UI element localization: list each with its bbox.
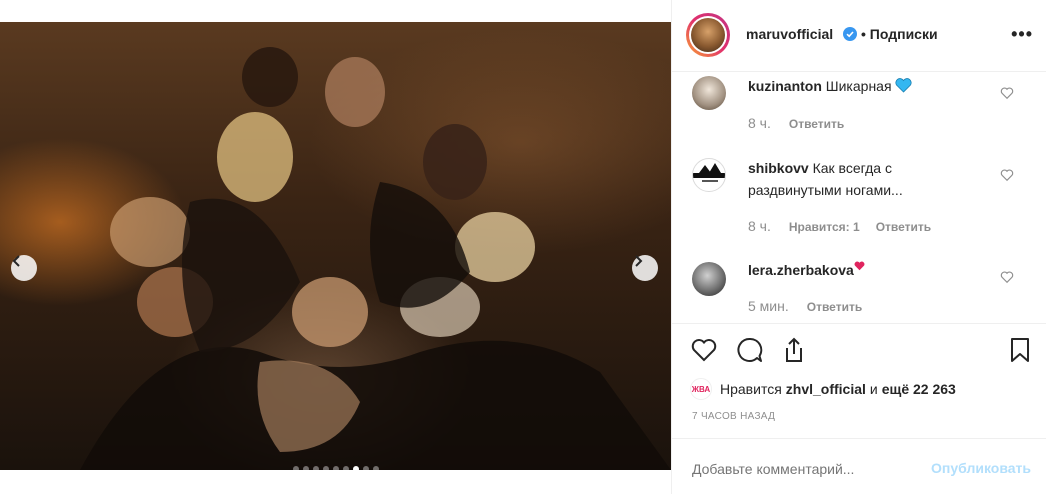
comment-username[interactable]: lera.zherbakova — [748, 262, 854, 278]
carousel-indicator — [0, 466, 671, 470]
carousel-dot — [352, 466, 359, 470]
like-comment-icon[interactable] — [1000, 168, 1014, 182]
next-image-button[interactable] — [632, 255, 658, 281]
comment-time[interactable]: 5 мин. — [748, 298, 789, 314]
blue-heart-emoji-icon — [895, 78, 912, 93]
reply-button[interactable]: Ответить — [789, 115, 844, 131]
likes-and: и — [869, 381, 878, 397]
publish-button[interactable]: Опубликовать — [931, 460, 1031, 476]
carousel-dot — [342, 466, 349, 470]
post-details-panel: maruvofficial • Подписки ••• kuzinanton … — [671, 0, 1046, 494]
photo-illustration — [80, 47, 671, 470]
comment-avatar[interactable] — [692, 262, 726, 296]
post-timestamp[interactable]: 7 ЧАСОВ НАЗАД — [692, 411, 775, 422]
liker-username[interactable]: zhvl_official — [786, 381, 866, 397]
chevron-left-icon — [12, 255, 20, 267]
add-comment-bar: Опубликовать — [672, 438, 1046, 494]
comment-avatar[interactable] — [692, 76, 726, 110]
comment-bubble-icon[interactable] — [736, 336, 764, 364]
post-header: maruvofficial • Подписки ••• — [672, 0, 1046, 72]
likes-summary: ЖВА Нравится zhvl_official и ещё 22 263 — [690, 378, 956, 400]
reply-button[interactable]: Ответить — [807, 298, 862, 314]
comment-text: Шикарная — [825, 78, 892, 94]
carousel-dot — [292, 466, 299, 470]
post-actions-bar — [672, 336, 1046, 370]
comments-list: kuzinanton Шикарная 8 ч. Ответить shibko… — [672, 72, 1046, 324]
author-avatar[interactable] — [686, 13, 730, 57]
comment-meta: 5 мин. Ответить — [748, 298, 862, 314]
chevron-right-icon — [635, 255, 643, 267]
comment-time[interactable]: 8 ч. — [748, 218, 771, 234]
carousel-dot — [362, 466, 369, 470]
verified-badge-icon — [843, 27, 857, 41]
likes-count-button[interactable]: ещё 22 263 — [882, 381, 956, 397]
like-comment-icon[interactable] — [1000, 86, 1014, 100]
avatar-logo-icon — [693, 163, 725, 182]
comment-input[interactable] — [692, 461, 932, 477]
author-username[interactable]: maruvofficial — [746, 26, 833, 42]
like-comment-icon[interactable] — [1000, 270, 1014, 284]
red-heart-emoji-icon — [854, 261, 865, 271]
follow-status-button[interactable]: • Подписки — [861, 26, 938, 42]
comment-time[interactable]: 8 ч. — [748, 115, 771, 131]
comment-meta: 8 ч. Нравится: 1 Ответить — [748, 218, 931, 234]
carousel-dot — [332, 466, 339, 470]
comment-likes-count[interactable]: Нравится: 1 — [789, 218, 860, 234]
bookmark-icon[interactable] — [1006, 336, 1034, 364]
post-photo[interactable] — [0, 22, 671, 470]
like-heart-icon[interactable] — [690, 336, 718, 364]
reply-button[interactable]: Ответить — [876, 218, 931, 234]
share-icon[interactable] — [780, 336, 808, 364]
carousel-dot — [312, 466, 319, 470]
previous-image-button[interactable] — [11, 255, 37, 281]
carousel-dot — [322, 466, 329, 470]
comment-username[interactable]: kuzinanton — [748, 78, 822, 94]
post-media-panel — [0, 0, 671, 494]
comment-username[interactable]: shibkovv — [748, 160, 809, 176]
likes-prefix: Нравится — [720, 381, 782, 397]
comment-meta: 8 ч. Ответить — [748, 115, 844, 131]
comment-avatar[interactable] — [692, 158, 726, 192]
carousel-dot — [372, 466, 379, 470]
more-options-icon[interactable]: ••• — [1011, 24, 1033, 45]
carousel-dot — [302, 466, 309, 470]
liker-avatar[interactable]: ЖВА — [690, 378, 712, 400]
